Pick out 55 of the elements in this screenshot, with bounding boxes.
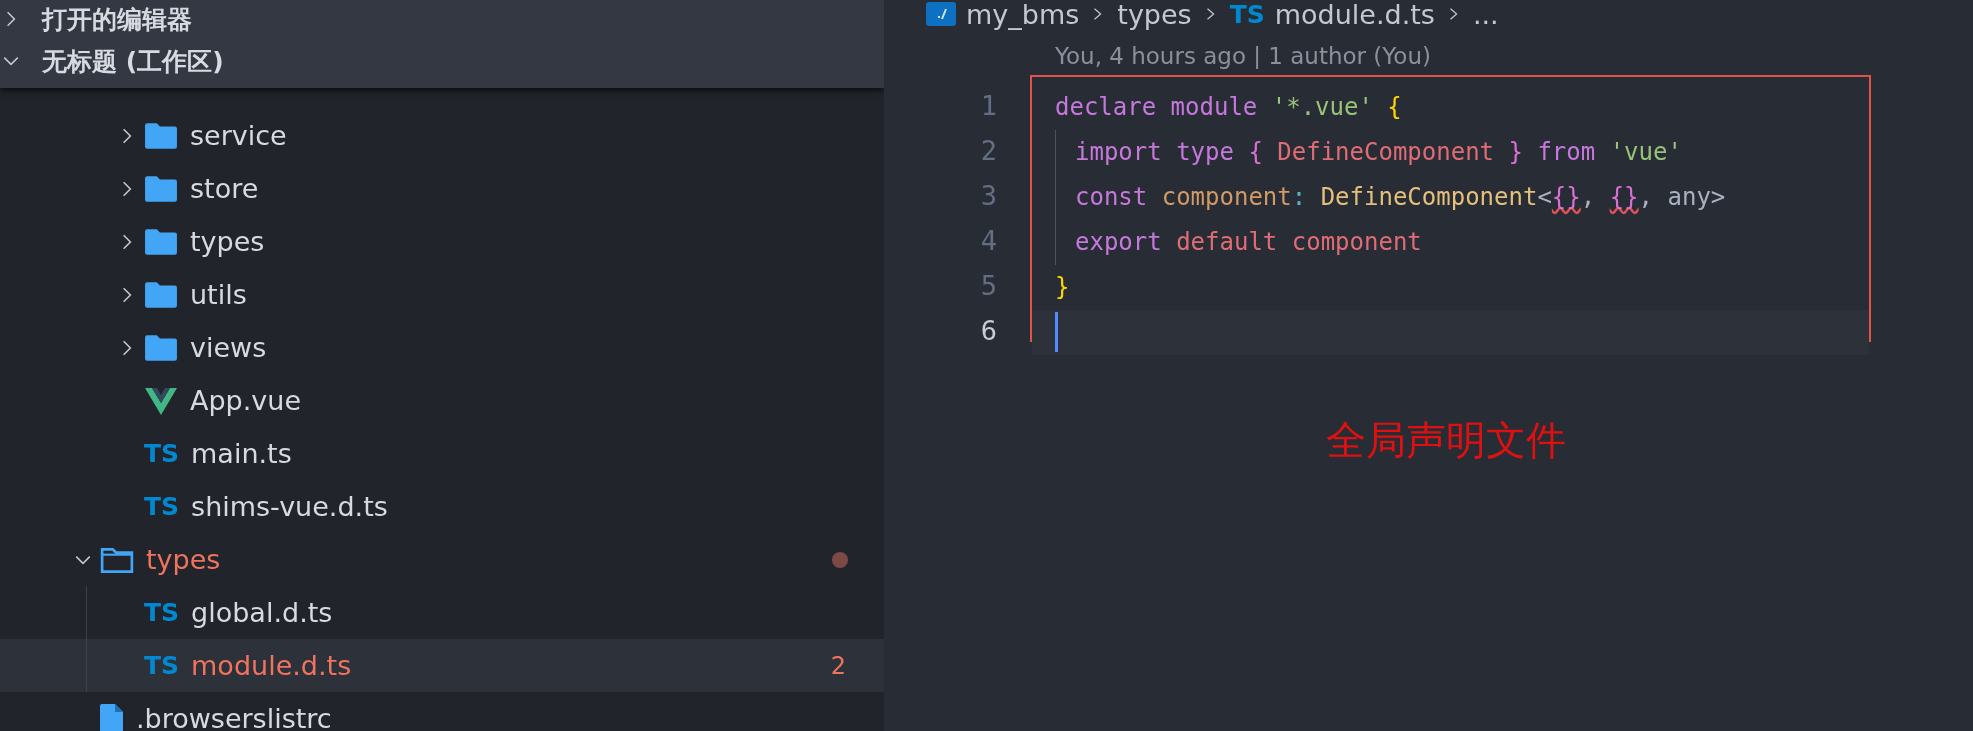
- vue-logo-icon: [144, 386, 178, 415]
- item-label: types: [146, 544, 221, 575]
- codelens-text[interactable]: You, 4 hours ago | 1 author (You): [1055, 43, 1431, 75]
- tree-item[interactable]: .browserslistrc: [0, 692, 884, 731]
- section-header[interactable]: 无标题 (工作区): [0, 40, 884, 82]
- tree-item[interactable]: App.vue: [0, 374, 884, 427]
- item-label: types: [190, 226, 265, 257]
- section-title: 打开的编辑器: [42, 3, 192, 36]
- ts-file-icon: TS: [1229, 0, 1265, 29]
- tree-item[interactable]: store: [0, 162, 884, 215]
- tree-item[interactable]: types: [0, 533, 884, 586]
- code-line: }: [1055, 273, 1070, 301]
- item-label: module.d.ts: [191, 650, 352, 681]
- ts-file-icon: TS: [144, 651, 180, 680]
- tree-item[interactable]: TS shims-vue.d.ts: [0, 480, 884, 533]
- item-label: store: [190, 173, 259, 204]
- breadcrumb-item[interactable]: ...: [1472, 0, 1499, 30]
- tree-item[interactable]: TS global.d.ts: [0, 586, 884, 639]
- code-line: export default component: [1074, 228, 1422, 256]
- line-number: 3: [979, 179, 998, 213]
- ts-file-icon: TS: [144, 598, 180, 627]
- section-header[interactable]: 打开的编辑器: [0, 0, 884, 40]
- line-number: 6: [979, 314, 998, 348]
- tree-item[interactable]: TS module.d.ts 2: [0, 639, 884, 692]
- ts-file-icon: TS: [144, 439, 180, 468]
- item-label: views: [190, 332, 267, 363]
- tree-item[interactable]: utils: [0, 268, 884, 321]
- line-number: 5: [979, 269, 998, 303]
- tree-item[interactable]: TS main.ts: [0, 427, 884, 480]
- tree-item[interactable]: types: [0, 215, 884, 268]
- text-cursor: [1055, 312, 1058, 352]
- line-number: 2: [979, 134, 998, 168]
- item-label: shims-vue.d.ts: [191, 491, 388, 522]
- breadcrumb-item[interactable]: my_bms: [926, 0, 1080, 30]
- line-number: 4: [979, 224, 998, 258]
- breadcrumb-item[interactable]: TS module.d.ts: [1229, 0, 1435, 30]
- annotation-text: 全局声明文件: [1326, 416, 1566, 465]
- section-title: 无标题 (工作区): [42, 45, 224, 78]
- problem-count: 2: [830, 651, 846, 680]
- item-label: main.ts: [191, 438, 292, 469]
- breadcrumb-item[interactable]: types: [1117, 0, 1192, 30]
- folder-outline-icon: [100, 545, 134, 574]
- item-label: global.d.ts: [191, 597, 333, 628]
- code-line: import type { DefineComponent } from 'vue': [1074, 138, 1682, 166]
- item-label: service: [190, 120, 287, 151]
- item-label: .browserslistrc: [136, 703, 332, 731]
- ts-file-icon: TS: [144, 492, 180, 521]
- item-label: App.vue: [190, 385, 302, 416]
- tree-item[interactable]: service: [0, 109, 884, 162]
- item-label: utils: [190, 279, 247, 310]
- code-line: const component: DefineComponent<{}, {}, any>: [1074, 183, 1726, 211]
- tree-item[interactable]: views: [0, 321, 884, 374]
- line-number: 1: [979, 89, 998, 123]
- code-line: declare module '*.vue' {: [1055, 93, 1402, 121]
- file-icon: [100, 703, 124, 731]
